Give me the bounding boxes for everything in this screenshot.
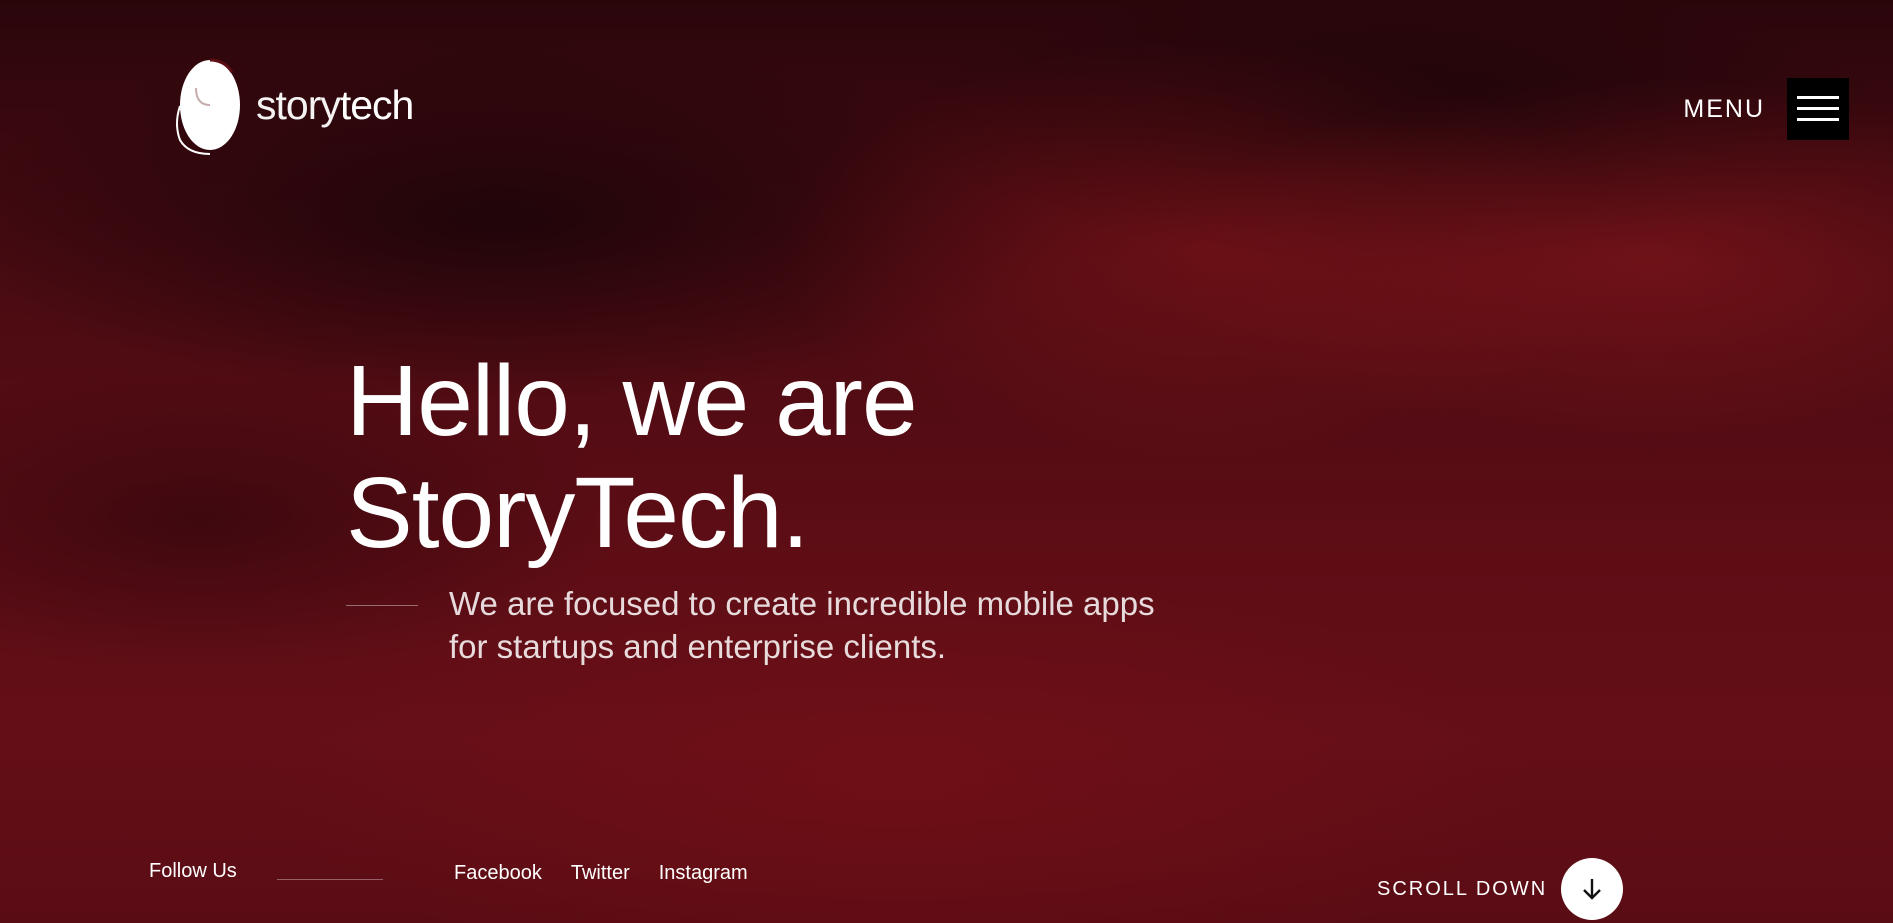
social-links: Facebook Twitter Instagram (454, 862, 748, 885)
follow-divider (277, 879, 383, 880)
follow-us-label: Follow Us (149, 860, 237, 882)
hero-divider (346, 605, 418, 606)
social-link-twitter[interactable]: Twitter (571, 862, 630, 885)
scroll-down[interactable]: SCROLL DOWN (1377, 858, 1624, 920)
hero-title: Hello, we are StoryTech. (346, 345, 918, 569)
site-logo[interactable]: storytech (172, 58, 414, 156)
hero-title-line-2: StoryTech. (346, 457, 809, 569)
logo-text: storytech (256, 81, 414, 129)
social-link-instagram[interactable]: Instagram (659, 862, 748, 885)
arrow-down-icon (1583, 879, 1602, 900)
hamburger-icon (1797, 96, 1839, 121)
logo-text-light: story (256, 81, 341, 128)
hero-subtitle-line-1: We are focused to create incredible mobi… (449, 585, 1155, 622)
scroll-down-label[interactable]: SCROLL DOWN (1377, 878, 1547, 901)
storytech-logo-icon (176, 58, 240, 155)
menu[interactable]: MENU (1683, 78, 1849, 140)
hero-subtitle: We are focused to create incredible mobi… (449, 582, 1249, 668)
menu-label[interactable]: MENU (1683, 95, 1765, 124)
hero-title-line-1: Hello, we are (346, 345, 918, 457)
menu-button[interactable] (1787, 78, 1849, 140)
hero-subtitle-line-2: for startups and enterprise clients. (449, 628, 947, 665)
social-link-facebook[interactable]: Facebook (454, 862, 542, 885)
logo-text-bold: tech (339, 81, 414, 128)
scroll-down-button[interactable] (1561, 858, 1624, 920)
